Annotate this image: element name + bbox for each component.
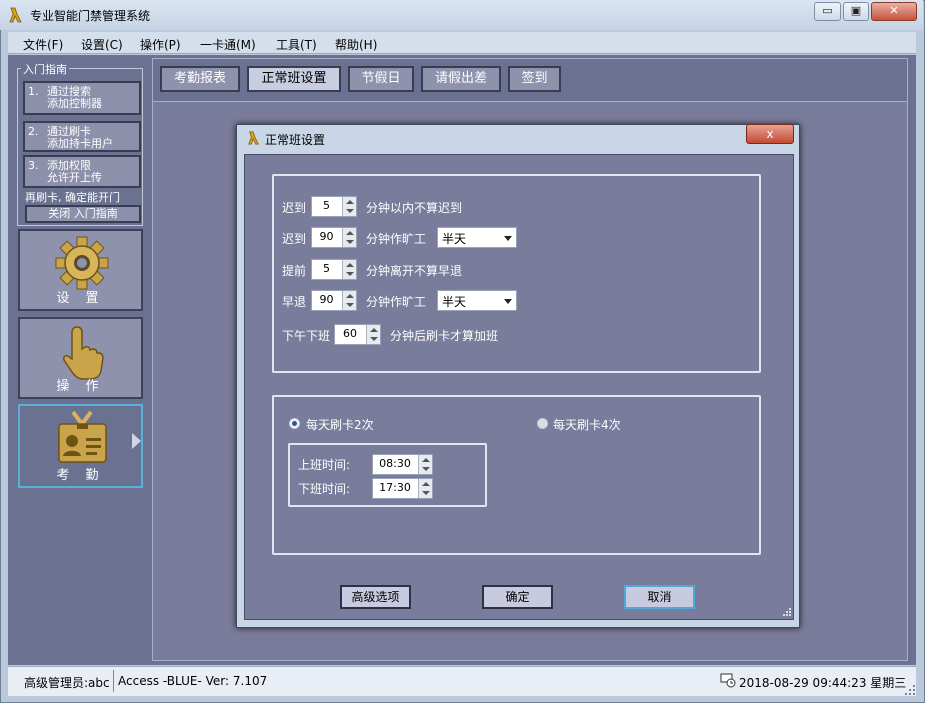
late-minutes-value: 5 bbox=[323, 199, 330, 212]
guide-note: 再刷卡, 确定能开门 bbox=[25, 191, 120, 204]
tab-holidays[interactable]: 节假日 bbox=[348, 66, 414, 92]
menu-tools[interactable]: 工具(T) bbox=[276, 36, 317, 53]
early-minutes-value: 5 bbox=[323, 262, 330, 275]
id-badge-icon bbox=[58, 410, 107, 463]
overtime-minutes-stepper[interactable]: 60 bbox=[334, 324, 381, 345]
chevron-down-icon bbox=[504, 236, 512, 241]
stepper-buttons[interactable] bbox=[342, 260, 356, 279]
early-minutes-stepper[interactable]: 5 bbox=[311, 259, 357, 280]
late-absent-minutes-stepper[interactable]: 90 bbox=[311, 227, 357, 248]
off-time-label: 下班时间: bbox=[298, 482, 351, 496]
tab-attendance-report[interactable]: 考勤报表 bbox=[160, 66, 240, 92]
radio-two-swipes-label[interactable]: 每天刷卡2次 bbox=[306, 416, 374, 433]
step-line2: 添加控制器 bbox=[47, 97, 102, 110]
stepper-buttons[interactable] bbox=[342, 291, 356, 310]
guide-step-add-cardholder[interactable]: 2. 通过刷卡 添加持卡用户 bbox=[23, 121, 141, 152]
close-window-button[interactable]: ✕ bbox=[871, 2, 917, 21]
early-absent-suffix: 分钟作旷工 bbox=[366, 295, 427, 309]
overtime-minutes-value: 60 bbox=[343, 327, 357, 340]
late-suffix: 分钟以内不算迟到 bbox=[366, 201, 463, 215]
tab-leave-trip[interactable]: 请假出差 bbox=[421, 66, 501, 92]
step-number: 3. bbox=[28, 159, 39, 172]
chevron-down-icon bbox=[504, 299, 512, 304]
late-absent-select[interactable]: 半天 bbox=[437, 227, 517, 248]
menu-help[interactable]: 帮助(H) bbox=[335, 36, 377, 53]
step-line2: 添加持卡用户 bbox=[47, 137, 113, 150]
radio-two-swipes[interactable] bbox=[289, 418, 300, 429]
window-title: 专业智能门禁管理系统 bbox=[30, 9, 151, 23]
advanced-options-button[interactable]: 高级选项 bbox=[340, 585, 411, 609]
nav-attendance-label: 考 勤 bbox=[56, 468, 105, 483]
early-absent-minutes-value: 90 bbox=[319, 293, 334, 306]
status-separator bbox=[113, 670, 114, 692]
stepper-buttons[interactable] bbox=[342, 197, 356, 216]
tab-sign-in[interactable]: 签到 bbox=[508, 66, 561, 92]
dialog-key-icon bbox=[248, 131, 259, 145]
early-absent-label: 早退 bbox=[282, 295, 307, 309]
stepper-buttons[interactable] bbox=[418, 479, 432, 498]
nav-operation[interactable]: 操 作 bbox=[18, 317, 143, 399]
on-time-value: 08:30 bbox=[379, 457, 411, 470]
late-label: 迟到 bbox=[282, 201, 307, 215]
status-user: 高级管理员:abc bbox=[24, 676, 110, 690]
status-datetime: 2018-08-29 09:44:23 星期三 bbox=[739, 676, 907, 690]
stepper-buttons[interactable] bbox=[366, 325, 380, 344]
early-absent-select-value: 半天 bbox=[442, 295, 467, 309]
radio-four-swipes[interactable] bbox=[537, 418, 548, 429]
off-time-value: 17:30 bbox=[379, 481, 411, 494]
status-version: Access -BLUE- Ver: 7.107 bbox=[118, 674, 268, 688]
radio-four-swipes-label[interactable]: 每天刷卡4次 bbox=[553, 416, 621, 433]
overtime-label: 下午下班 bbox=[282, 329, 331, 343]
early-absent-select[interactable]: 半天 bbox=[437, 290, 517, 311]
ok-button[interactable]: 确定 bbox=[482, 585, 553, 609]
window-resize-grip-icon[interactable] bbox=[904, 684, 916, 696]
stepper-buttons[interactable] bbox=[418, 455, 432, 474]
late-absent-suffix: 分钟作旷工 bbox=[366, 232, 427, 246]
hand-pointer-icon bbox=[63, 326, 104, 380]
app-key-icon bbox=[9, 7, 22, 23]
menu-settings[interactable]: 设置(C) bbox=[81, 36, 123, 53]
nav-attendance[interactable]: 考 勤 bbox=[18, 404, 143, 488]
menu-file[interactable]: 文件(F) bbox=[23, 36, 63, 53]
early-absent-minutes-stepper[interactable]: 90 bbox=[311, 290, 357, 311]
menu-bar: 文件(F) 设置(C) 操作(P) 一卡通(M) 工具(T) 帮助(H) bbox=[8, 32, 916, 54]
off-time-picker[interactable]: 17:30 bbox=[372, 478, 433, 499]
clock-monitor-icon bbox=[720, 673, 736, 688]
overtime-suffix: 分钟后刷卡才算加班 bbox=[390, 329, 499, 343]
nav-settings[interactable]: 设 置 bbox=[18, 229, 143, 311]
guide-title: 入门指南 bbox=[21, 61, 69, 77]
stepper-buttons[interactable] bbox=[342, 228, 356, 247]
late-absent-select-value: 半天 bbox=[442, 232, 467, 246]
gear-icon bbox=[55, 236, 109, 290]
active-indicator-arrow bbox=[132, 433, 141, 449]
late-absent-minutes-value: 90 bbox=[319, 230, 334, 243]
dialog-title: 正常班设置 bbox=[265, 133, 326, 147]
cancel-button[interactable]: 取消 bbox=[624, 585, 695, 609]
menu-operation[interactable]: 操作(P) bbox=[140, 36, 181, 53]
on-time-label: 上班时间: bbox=[298, 458, 351, 472]
close-guide-button[interactable]: 关闭 入门指南 bbox=[25, 205, 141, 223]
on-time-picker[interactable]: 08:30 bbox=[372, 454, 433, 475]
guide-step-add-permission[interactable]: 3. 添加权限 允许开上传 bbox=[23, 155, 141, 188]
dialog-resize-grip-icon[interactable] bbox=[782, 607, 792, 617]
late-absent-label: 迟到 bbox=[282, 232, 307, 246]
nav-settings-label: 设 置 bbox=[56, 291, 105, 306]
minimize-button[interactable]: ▭ bbox=[814, 2, 841, 21]
menu-one-card[interactable]: 一卡通(M) bbox=[200, 36, 256, 53]
step-number: 2. bbox=[28, 125, 39, 138]
step-number: 1. bbox=[28, 85, 39, 98]
early-label: 提前 bbox=[282, 264, 307, 278]
maximize-button[interactable]: ▣ bbox=[843, 2, 869, 21]
step-line2: 允许开上传 bbox=[47, 171, 102, 184]
tab-normal-shift[interactable]: 正常班设置 bbox=[247, 66, 341, 92]
guide-step-search-controller[interactable]: 1. 通过搜索 添加控制器 bbox=[23, 81, 141, 115]
early-suffix: 分钟离开不算早退 bbox=[366, 264, 463, 278]
late-minutes-stepper[interactable]: 5 bbox=[311, 196, 357, 217]
nav-operation-label: 操 作 bbox=[56, 379, 105, 394]
dialog-close-button[interactable]: x bbox=[746, 124, 794, 144]
